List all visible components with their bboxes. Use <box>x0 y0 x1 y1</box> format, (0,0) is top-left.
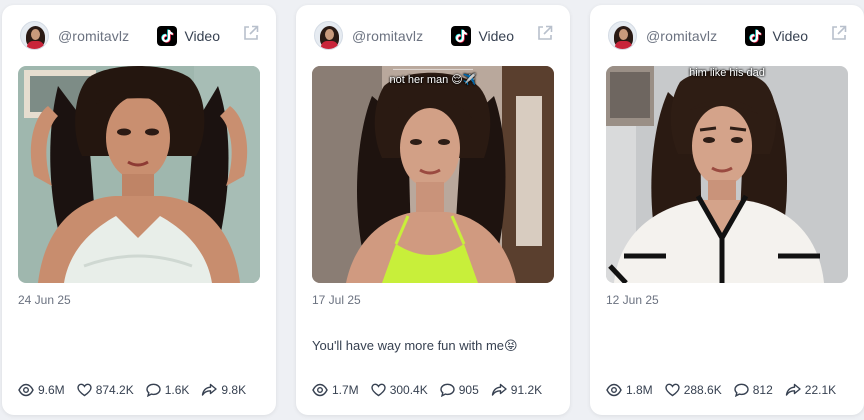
video-card[interactable]: @romitavlz Video <box>2 5 276 415</box>
eye-icon <box>606 383 622 397</box>
platform-badge: Video <box>745 25 808 47</box>
heart-icon <box>370 383 386 397</box>
tiktok-icon <box>451 26 472 46</box>
avatar[interactable] <box>608 21 637 50</box>
shares-stat: 22.1K <box>785 383 836 397</box>
likes-stat: 288.6K <box>664 383 722 397</box>
post-date: 24 Jun 25 <box>18 293 71 307</box>
video-card[interactable]: @romitavlz Video <box>296 5 570 415</box>
video-thumbnail[interactable]: him like his dad <box>606 66 848 283</box>
likes-count: 288.6K <box>683 383 722 397</box>
tiktok-icon <box>745 26 766 46</box>
external-link-icon[interactable] <box>242 24 260 42</box>
comment-icon <box>146 383 161 397</box>
external-link-icon[interactable] <box>536 24 554 42</box>
stats-row: 1.8M 288.6K 812 22.1K <box>606 381 848 399</box>
views-count: 9.6M <box>38 383 65 397</box>
avatar[interactable] <box>314 21 343 50</box>
video-thumbnail[interactable] <box>18 66 260 283</box>
share-icon <box>491 383 507 396</box>
platform-label: Video <box>478 28 514 44</box>
views-stat: 1.7M <box>312 383 359 397</box>
external-link-icon[interactable] <box>830 24 848 42</box>
likes-stat: 874.2K <box>76 383 134 397</box>
shares-stat: 9.8K <box>201 383 246 397</box>
views-stat: 1.8M <box>606 383 653 397</box>
platform-label: Video <box>772 28 808 44</box>
platform-label: Video <box>184 28 220 44</box>
platform-badge: Video <box>451 25 514 47</box>
views-count: 1.7M <box>332 383 359 397</box>
tiktok-icon <box>157 26 178 46</box>
video-thumbnail[interactable]: ———————— not her man 😌✈️ <box>312 66 554 283</box>
likes-count: 874.2K <box>95 383 134 397</box>
views-stat: 9.6M <box>18 383 65 397</box>
post-date: 12 Jun 25 <box>606 293 659 307</box>
platform-badge: Video <box>157 25 220 47</box>
views-count: 1.8M <box>626 383 653 397</box>
comments-stat: 905 <box>440 383 479 397</box>
likes-stat: 300.4K <box>370 383 428 397</box>
eye-icon <box>312 383 328 397</box>
heart-icon <box>664 383 680 397</box>
share-icon <box>785 383 801 396</box>
likes-count: 300.4K <box>389 383 428 397</box>
card-header: @romitavlz Video <box>20 21 260 51</box>
overlay-text: not her man 😌✈️ <box>389 74 477 86</box>
share-icon <box>202 383 218 396</box>
stats-row: 9.6M 874.2K 1.6K 9.8K <box>18 381 258 399</box>
comments-stat: 1.6K <box>146 383 190 397</box>
shares-count: 22.1K <box>804 383 837 397</box>
shares-count: 91.2K <box>510 383 543 397</box>
comments-count: 905 <box>458 383 479 397</box>
video-card[interactable]: @romitavlz Video <box>590 5 864 415</box>
card-header: @romitavlz Video <box>314 21 554 51</box>
comments-stat: 812 <box>734 383 773 397</box>
heart-icon <box>76 383 92 397</box>
comments-count: 812 <box>752 383 773 397</box>
post-caption: You'll have way more fun with me😝 <box>312 338 518 353</box>
overlay-text: him like his dad <box>689 67 765 79</box>
creator-handle[interactable]: @romitavlz <box>58 28 129 44</box>
card-header: @romitavlz Video <box>608 21 848 51</box>
stats-row: 1.7M 300.4K 905 91.2K <box>312 381 554 399</box>
creator-handle[interactable]: @romitavlz <box>352 28 423 44</box>
shares-stat: 91.2K <box>491 383 542 397</box>
post-date: 17 Jul 25 <box>312 293 361 307</box>
creator-handle[interactable]: @romitavlz <box>646 28 717 44</box>
shares-count: 9.8K <box>221 383 247 397</box>
comment-icon <box>440 383 455 397</box>
eye-icon <box>18 383 34 397</box>
avatar[interactable] <box>20 21 49 50</box>
comments-count: 1.6K <box>164 383 190 397</box>
comment-icon <box>734 383 749 397</box>
